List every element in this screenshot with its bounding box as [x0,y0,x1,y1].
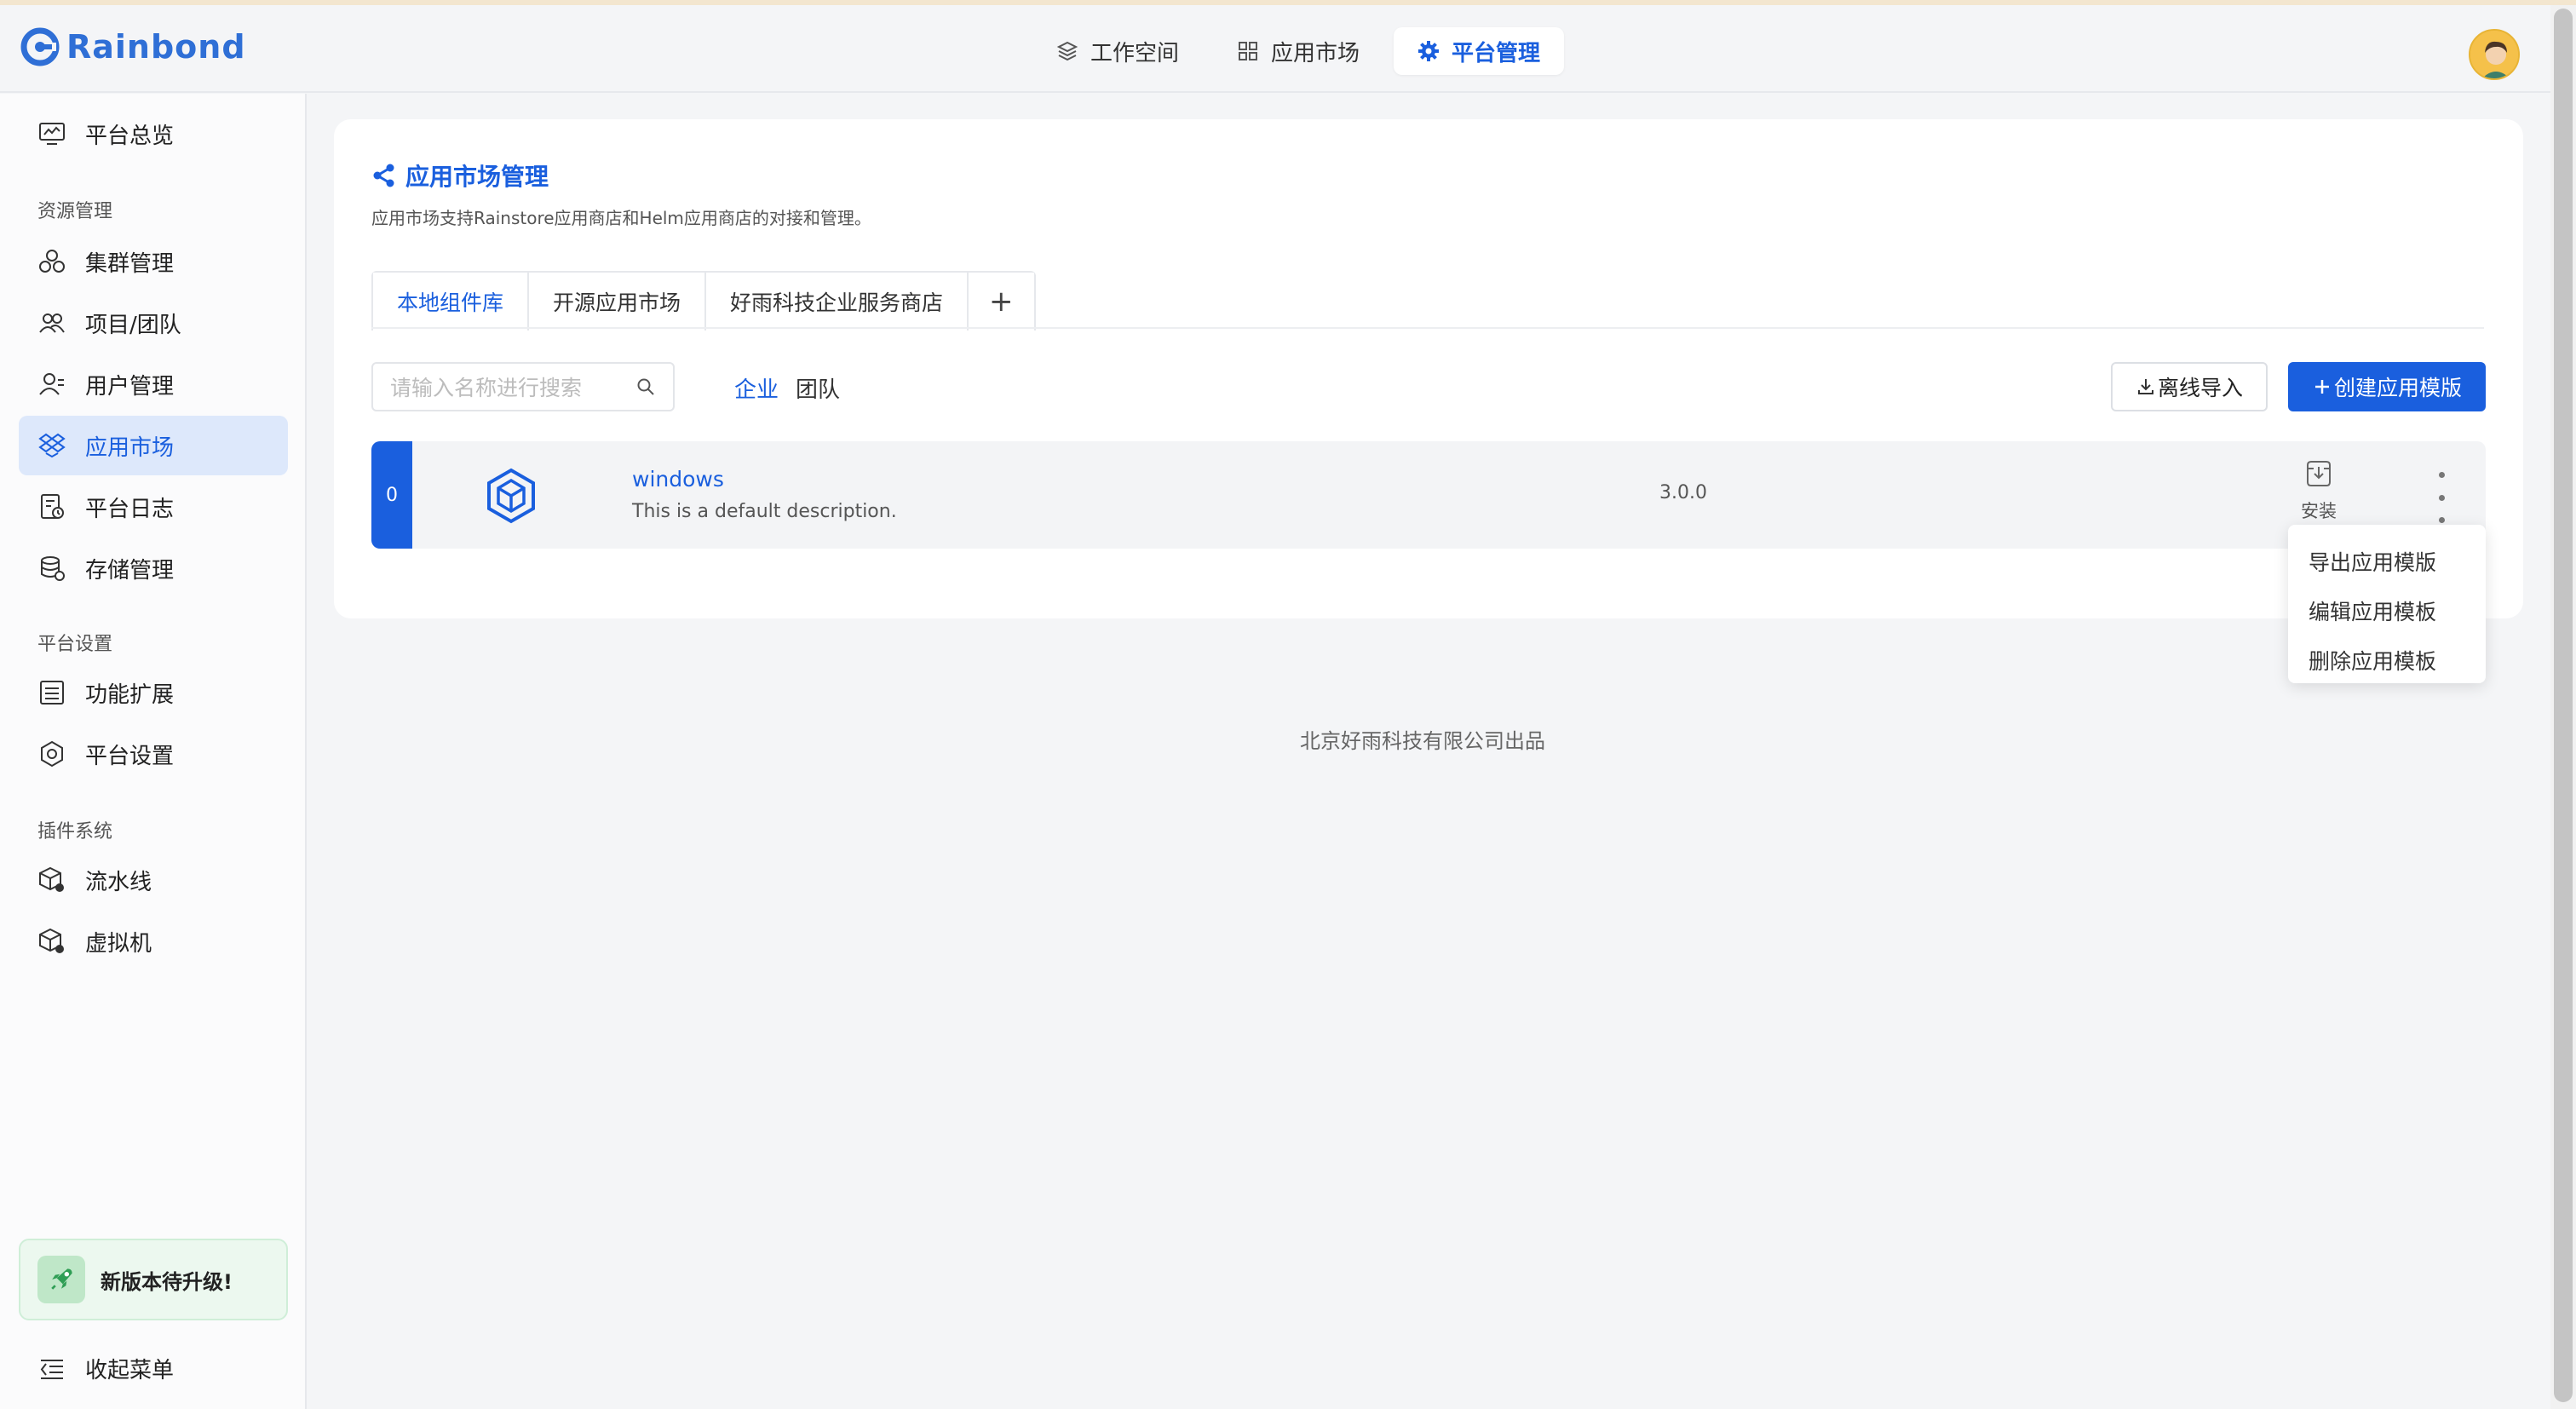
sidebar-group-resource: 资源管理 [37,201,113,222]
tab-local-library[interactable]: 本地组件库 [373,273,530,331]
sidebar-item-extensions-label: 功能扩展 [85,681,175,708]
tabs-divider [371,327,2484,329]
menu-item-delete-template[interactable]: 删除应用模板 [2288,635,2486,685]
dropbox-icon [38,433,66,458]
offline-import-label: 离线导入 [2157,376,2243,400]
user-icon [39,373,64,395]
layers-icon [1056,41,1078,61]
topnav-workspace-label: 工作空间 [1090,40,1180,66]
app-cube-icon [487,468,535,524]
sidebar-item-cluster-label: 集群管理 [85,250,175,277]
install-count-badge: 0 [371,441,412,549]
sidebar-item-pipeline[interactable]: 流水线 [19,850,288,910]
sidebar-item-app-market[interactable]: 应用市场 [19,416,288,475]
rocket-icon [37,1256,85,1303]
upgrade-label: 新版本待升级! [101,1269,233,1294]
rainbond-logo-icon [20,27,60,66]
sidebar-item-extensions[interactable]: 功能扩展 [19,663,288,722]
install-button[interactable]: 安装 [2293,458,2344,523]
cluster-icon [39,250,65,273]
gear-icon [1418,41,1440,61]
sidebar: 平台总览 资源管理 集群管理 项目/团队 用户管理 应用市场 平台日志 存储管理… [0,94,307,1409]
scrollbar-thumb[interactable] [2554,9,2573,1402]
menu-fold-icon [40,1359,63,1379]
market-tabs: 本地组件库 开源应用市场 好雨科技企业服务商店 + [371,271,1036,331]
app-header: Rainbond 工作空间 应用市场 平台管理 [0,5,2550,93]
topnav-platform-admin[interactable]: 平台管理 [1394,27,1565,75]
menu-item-export-template[interactable]: 导出应用模版 [2288,537,2486,586]
avatar-icon [2470,31,2518,78]
logo-text: Rainbond [66,28,246,66]
topnav-app-market-label: 应用市场 [1271,40,1360,66]
sidebar-item-storage-label: 存储管理 [85,557,175,584]
sidebar-item-vm-label: 虚拟机 [85,930,152,957]
upgrade-banner[interactable]: 新版本待升级! [19,1239,288,1320]
app-template-row[interactable]: 0 windows This is a default description.… [371,441,2486,549]
row-actions-dropdown: 导出应用模版 编辑应用模板 删除应用模板 [2288,525,2486,683]
grid-icon [1239,42,1258,60]
create-template-button[interactable]: 创建应用模版 [2288,362,2486,411]
sidebar-item-platform-settings-label: 平台设置 [85,743,175,769]
download-icon [2137,379,2153,394]
database-icon [41,556,65,581]
search-placeholder: 请输入名称进行搜索 [390,376,583,400]
page-description: 应用市场支持Rainstore应用商店和Helm应用商店的对接和管理。 [371,208,871,228]
sidebar-item-users[interactable]: 用户管理 [19,354,288,414]
menu-item-edit-template[interactable]: 编辑应用模板 [2288,586,2486,635]
logo[interactable]: Rainbond [20,27,246,66]
filter-team[interactable]: 团队 [796,372,840,404]
app-market-card: 应用市场管理 应用市场支持Rainstore应用商店和Helm应用商店的对接和管… [334,119,2523,618]
create-template-label: 创建应用模版 [2333,376,2462,400]
share-icon [373,164,394,187]
sidebar-group-settings: 平台设置 [37,634,113,655]
sidebar-item-storage[interactable]: 存储管理 [19,538,288,598]
install-label: 安装 [2301,501,2337,521]
sidebar-item-cluster[interactable]: 集群管理 [19,232,288,291]
search-icon[interactable] [635,377,656,397]
topnav-workspace[interactable]: 工作空间 [1032,27,1203,75]
sidebar-item-teams[interactable]: 项目/团队 [19,293,288,353]
plugin-box-icon [39,928,64,953]
plugin-box-icon [39,866,64,892]
topnav-app-market[interactable]: 应用市场 [1213,27,1383,75]
sidebar-item-pipeline-label: 流水线 [85,869,152,895]
search-input[interactable]: 请输入名称进行搜索 [371,362,675,411]
sidebar-item-teams-label: 项目/团队 [85,312,181,338]
install-box-icon [2307,461,2331,486]
team-icon [39,313,65,333]
tab-goodrain-store[interactable]: 好雨科技企业服务商店 [706,273,969,331]
tab-open-source-market[interactable]: 开源应用市场 [529,273,707,331]
offline-import-button[interactable]: 离线导入 [2111,362,2268,411]
sidebar-item-logs[interactable]: 平台日志 [19,477,288,537]
app-version: 3.0.0 [1659,482,1707,503]
app-name-link[interactable]: windows [632,467,724,492]
page-title: 应用市场管理 [371,158,549,193]
page-title-text: 应用市场管理 [405,163,549,191]
topnav-platform-admin-label: 平台管理 [1452,40,1541,66]
footer-text: 北京好雨科技有限公司出品 [1300,729,1545,753]
sidebar-item-logs-label: 平台日志 [85,496,175,522]
sidebar-item-overview-label: 平台总览 [85,123,175,149]
monitor-icon [39,123,65,145]
sidebar-item-platform-settings[interactable]: 平台设置 [19,724,288,784]
collapse-menu-button[interactable]: 收起菜单 [37,1353,174,1384]
add-market-tab-button[interactable]: + [969,273,1034,331]
sidebar-item-users-label: 用户管理 [85,373,175,400]
plus-icon [2314,380,2329,394]
sidebar-item-app-market-label: 应用市场 [85,434,175,461]
list-settings-icon [40,681,64,704]
log-icon [41,494,64,519]
app-description: This is a default description. [632,501,897,522]
sidebar-item-overview[interactable]: 平台总览 [19,104,288,164]
collapse-menu-label: 收起菜单 [85,1358,175,1383]
more-options-icon[interactable] [2433,472,2450,523]
sidebar-group-plugins: 插件系统 [37,821,113,843]
settings-icon [41,740,63,768]
sidebar-item-vm[interactable]: 虚拟机 [19,912,288,971]
top-navigation: 工作空间 应用市场 平台管理 [1032,27,1565,75]
filter-enterprise[interactable]: 企业 [734,372,779,404]
user-avatar[interactable] [2469,29,2520,80]
